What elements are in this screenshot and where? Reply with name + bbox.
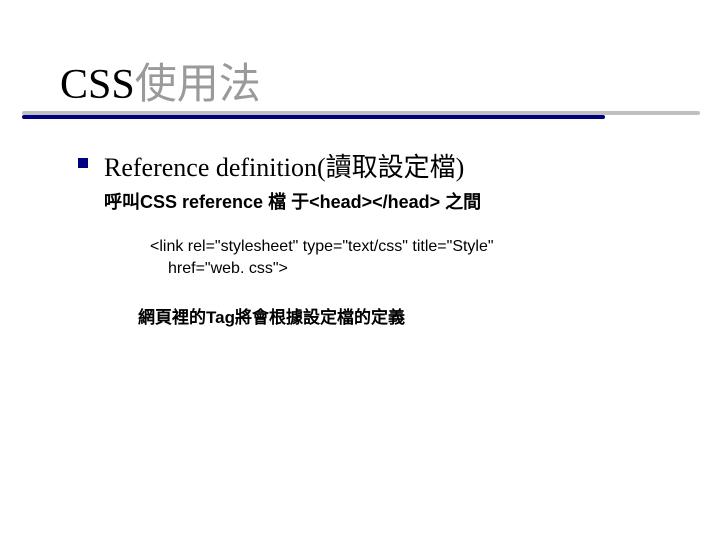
bullet1-parenthetical: (讀取設定檔)	[317, 153, 464, 182]
note-text: 網頁裡的Tag將會根據設定檔的定義	[138, 303, 660, 328]
slide-body: Reference definition(讀取設定檔) 呼叫CSS refere…	[60, 147, 660, 328]
bullet-level1: Reference definition(讀取設定檔)	[78, 147, 660, 184]
rule-navy	[22, 115, 605, 119]
title-english: CSS	[60, 62, 135, 108]
code-example: <link rel="stylesheet" type="text/css" t…	[150, 236, 660, 279]
code-line-1: <link rel="stylesheet" type="text/css" t…	[150, 236, 660, 258]
slide: CSS使用法 Reference definition(讀取設定檔) 呼叫CSS…	[0, 0, 720, 540]
title-underline	[22, 111, 700, 119]
code-line-2: href="web. css">	[150, 258, 660, 280]
bullet1-english: Reference definition	[104, 153, 317, 182]
slide-title-container: CSS使用法	[60, 50, 660, 119]
title-chinese: 使用法	[135, 62, 261, 108]
bullet-level2: 呼叫CSS reference 檔 于<head></head> 之間	[104, 188, 660, 214]
square-bullet-icon	[78, 158, 88, 168]
